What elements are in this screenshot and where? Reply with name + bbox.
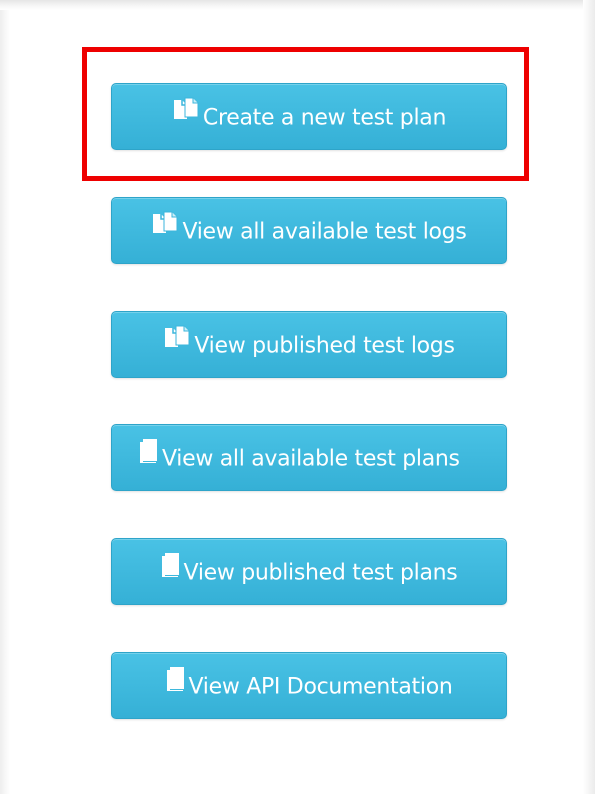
- file-icon: [139, 425, 159, 490]
- view-all-test-plans-button[interactable]: View all available test plans: [111, 424, 507, 491]
- view-published-test-plans-label: View published test plans: [183, 560, 458, 586]
- view-published-test-logs-label: View published test logs: [194, 333, 455, 359]
- view-api-documentation-label: View API Documentation: [188, 674, 453, 700]
- create-test-plan-label: Create a new test plan: [202, 105, 447, 131]
- view-published-test-plans-button[interactable]: View published test plans: [111, 538, 507, 605]
- create-test-plan-button[interactable]: Create a new test plan: [111, 83, 507, 150]
- view-all-test-plans-label: View all available test plans: [162, 446, 460, 472]
- copy-files-icon: [163, 312, 191, 377]
- view-published-test-logs-button[interactable]: View published test logs: [111, 311, 507, 378]
- file-icon: [166, 653, 186, 718]
- view-all-test-logs-label: View all available test logs: [182, 219, 467, 245]
- view-api-documentation-button[interactable]: View API Documentation: [111, 652, 507, 719]
- file-icon: [161, 539, 181, 604]
- test-actions-panel: Create a new test plan View all availabl…: [0, 0, 595, 794]
- copy-files-icon: [172, 84, 200, 149]
- view-all-test-logs-button[interactable]: View all available test logs: [111, 197, 507, 264]
- copy-files-icon: [151, 198, 179, 263]
